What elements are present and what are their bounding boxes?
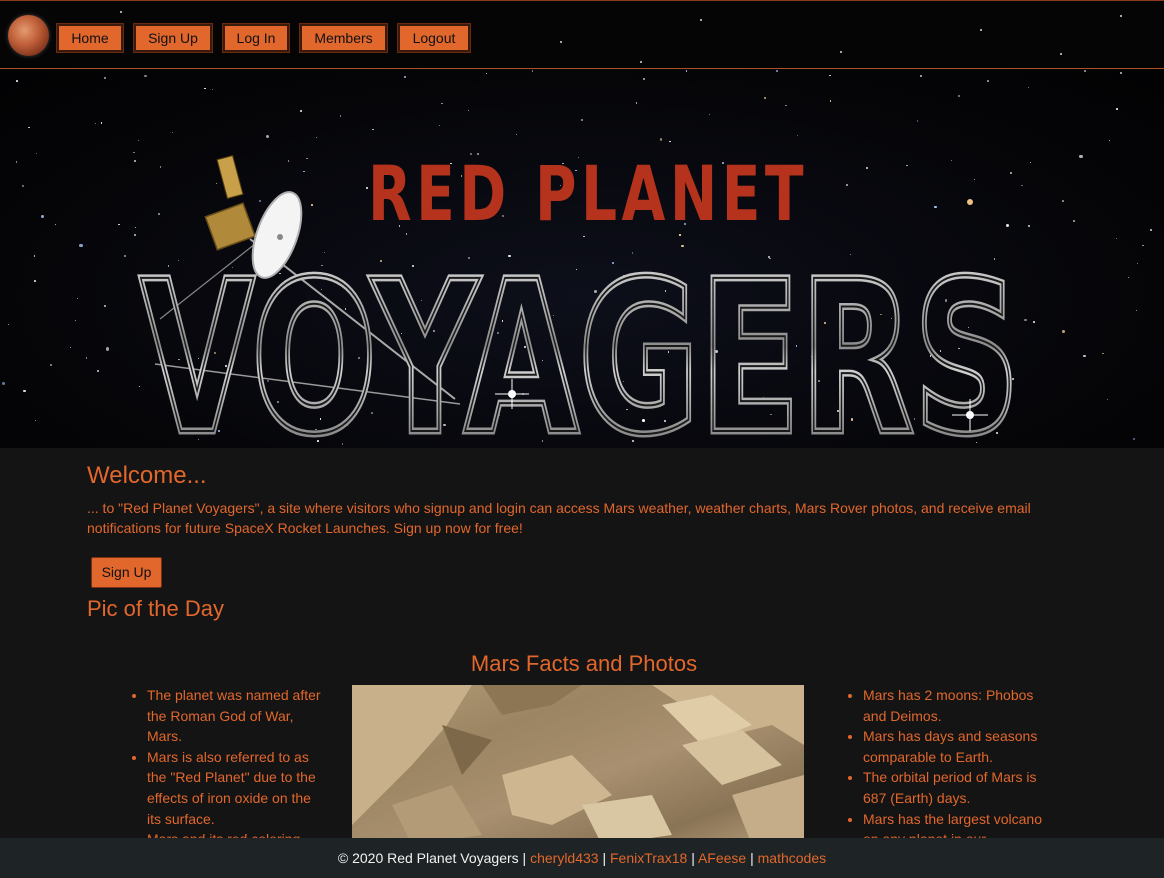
hero-banner: RED PLANET VOYAGERS VOYAGERS	[0, 69, 1164, 448]
star	[640, 61, 642, 63]
nav-login-button[interactable]: Log In	[222, 23, 290, 53]
star	[1060, 53, 1062, 55]
footer-link-cheryld433[interactable]: cheryld433	[530, 850, 599, 866]
mars-rock-texture	[352, 685, 804, 845]
mars-facts-right-list: Mars has 2 moons: Phobos and Deimos. Mar…	[845, 685, 1043, 850]
star	[700, 19, 702, 21]
top-navbar: Home Sign Up Log In Members Logout	[0, 0, 1164, 69]
list-item: Mars is also referred to as the "Red Pla…	[147, 747, 325, 829]
mars-facts-left-list: The planet was named after the Roman God…	[129, 685, 325, 850]
list-item: Mars has days and seasons comparable to …	[863, 726, 1043, 767]
list-item: The planet was named after the Roman God…	[147, 685, 325, 747]
star	[1120, 15, 1122, 17]
star	[560, 41, 562, 43]
footer-link-afeese[interactable]: AFeese	[698, 850, 746, 866]
nav-members-button[interactable]: Members	[299, 23, 388, 53]
footer-separator: |	[602, 850, 607, 866]
hero-title-red-planet: RED PLANET	[368, 149, 808, 238]
star	[980, 29, 982, 31]
footer-separator: |	[691, 850, 695, 866]
footer-separator: |	[750, 850, 754, 866]
star	[840, 51, 842, 53]
list-item: Mars has 2 moons: Phobos and Deimos.	[863, 685, 1043, 726]
footer-copyright: © 2020 Red Planet Voyagers	[337, 850, 519, 866]
mars-facts-heading: Mars Facts and Photos	[470, 651, 698, 676]
signup-button[interactable]: Sign Up	[91, 557, 162, 588]
mars-logo-icon[interactable]	[8, 15, 49, 56]
footer-link-fenixtrax18[interactable]: FenixTrax18	[610, 850, 687, 866]
nav-logout-button[interactable]: Logout	[397, 23, 471, 53]
welcome-text: ... to "Red Planet Voyagers", a site whe…	[87, 500, 1031, 536]
footer: © 2020 Red Planet Voyagers | cheryld433 …	[0, 838, 1164, 878]
hero-title-voyagers-inner: VOYAGERS	[140, 236, 1020, 448]
hero-graphic: RED PLANET VOYAGERS VOYAGERS	[137, 149, 1024, 448]
mars-surface-photo	[352, 685, 804, 845]
footer-link-mathcodes[interactable]: mathcodes	[758, 850, 826, 866]
nav-signup-button[interactable]: Sign Up	[133, 23, 213, 53]
nav-home-button[interactable]: Home	[56, 23, 124, 53]
pic-of-the-day-heading: Pic of the Day	[87, 596, 224, 621]
welcome-heading: Welcome...	[87, 462, 207, 489]
star	[120, 11, 122, 13]
footer-separator: |	[522, 850, 527, 866]
list-item: The orbital period of Mars is 687 (Earth…	[863, 767, 1043, 808]
